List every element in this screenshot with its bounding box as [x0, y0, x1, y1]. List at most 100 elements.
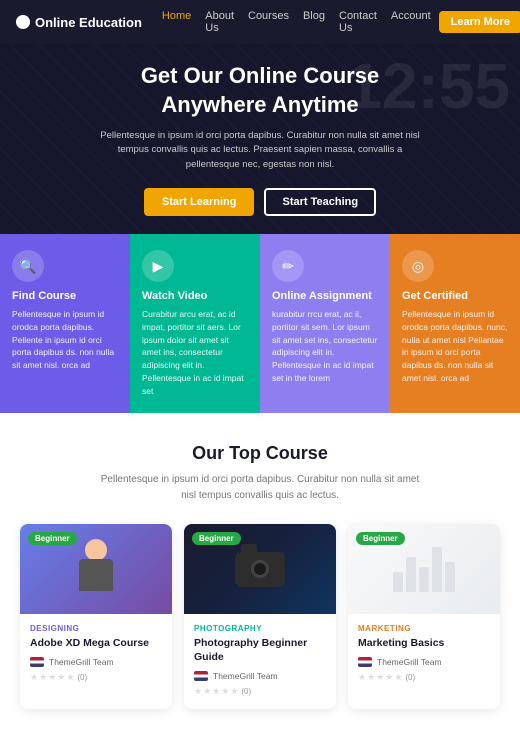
hero-heading: Get Our Online Course Anywhere Anytime	[141, 62, 379, 119]
camera-illustration	[235, 552, 285, 587]
star-4: ★	[385, 672, 393, 683]
courses-section-title: Our Top Course	[20, 443, 500, 464]
feature-desc-3: kurabitur rrcu erat, ac ii, portitor sit…	[272, 308, 378, 385]
find-course-icon: 🔍	[12, 250, 44, 282]
course-info-3: MARKETING Marketing Basics ThemeGrill Te…	[348, 614, 500, 695]
nav-about[interactable]: About Us	[205, 10, 234, 34]
feature-title-1: Find Course	[12, 290, 118, 302]
star-1: ★	[194, 686, 202, 697]
course-rating-2: ★ ★ ★ ★ ★ (0)	[194, 686, 326, 697]
navbar: Online Education Home About Us Courses B…	[0, 0, 520, 44]
course-badge-3: Beginner	[356, 532, 405, 545]
course-author-2: ThemeGrill Team	[194, 671, 326, 681]
feature-desc-4: Pellentesque in ipsum id orodca porta da…	[402, 308, 508, 385]
author-name-2: ThemeGrill Team	[213, 671, 278, 681]
nav-courses[interactable]: Courses	[248, 10, 289, 34]
design-illustration	[76, 539, 116, 599]
star-3: ★	[212, 686, 220, 697]
hero-section: 12:55 Get Our Online Course Anywhere Any…	[0, 44, 520, 234]
course-name-3: Marketing Basics	[358, 637, 490, 651]
star-5: ★	[394, 672, 402, 683]
feature-get-certified: ◎ Get Certified Pellentesque in ipsum id…	[390, 234, 520, 413]
course-info-2: PHOTOGRAPHY Photography Beginner Guide T…	[184, 614, 336, 708]
star-2: ★	[367, 672, 375, 683]
courses-section: Our Top Course Pellentesque in ipsum id …	[0, 413, 520, 728]
stars-2: ★ ★ ★ ★ ★	[194, 686, 238, 697]
chart-bar-2	[406, 557, 416, 592]
hero-buttons: Start Learning Start Teaching	[144, 188, 376, 216]
logo[interactable]: Online Education	[16, 15, 142, 30]
feature-title-2: Watch Video	[142, 290, 248, 302]
chart-bar-3	[419, 567, 429, 592]
star-1: ★	[358, 672, 366, 683]
chart-bar-5	[445, 562, 455, 592]
feature-find-course: 🔍 Find Course Pellentesque in ipsum id o…	[0, 234, 130, 413]
star-4: ★	[57, 672, 65, 683]
online-assignment-icon: ✏	[272, 250, 304, 282]
stars-1: ★ ★ ★ ★ ★	[30, 672, 74, 683]
course-rating-1: ★ ★ ★ ★ ★ (0)	[30, 672, 162, 683]
nav-blog[interactable]: Blog	[303, 10, 325, 34]
author-flag-2	[194, 671, 208, 681]
chart-illustration	[385, 539, 463, 600]
logo-icon	[16, 15, 30, 29]
watch-video-icon: ▶	[142, 250, 174, 282]
author-name-3: ThemeGrill Team	[377, 657, 442, 667]
course-thumb-3: Beginner	[348, 524, 500, 614]
course-author-3: ThemeGrill Team	[358, 657, 490, 667]
learn-more-button[interactable]: Learn More	[439, 11, 520, 33]
start-teaching-button[interactable]: Start Teaching	[264, 188, 376, 216]
chart-bar-1	[393, 572, 403, 592]
star-4: ★	[221, 686, 229, 697]
get-certified-icon: ◎	[402, 250, 434, 282]
course-category-2: PHOTOGRAPHY	[194, 624, 326, 633]
nav-account[interactable]: Account	[391, 10, 431, 34]
course-badge-2: Beginner	[192, 532, 241, 545]
rating-count-1: (0)	[77, 673, 87, 682]
nav-home[interactable]: Home	[162, 10, 191, 34]
feature-desc-2: Curabitur arcu erat, ac id impat, portit…	[142, 308, 248, 397]
nav-contact[interactable]: Contact Us	[339, 10, 377, 34]
course-thumb-1: Beginner	[20, 524, 172, 614]
nav-links: Home About Us Courses Blog Contact Us Ac…	[162, 10, 431, 34]
course-author-1: ThemeGrill Team	[30, 657, 162, 667]
star-3: ★	[376, 672, 384, 683]
features-row: 🔍 Find Course Pellentesque in ipsum id o…	[0, 234, 520, 413]
star-2: ★	[39, 672, 47, 683]
author-name-1: ThemeGrill Team	[49, 657, 114, 667]
course-card-2[interactable]: Beginner PHOTOGRAPHY Photography Beginne…	[184, 524, 336, 708]
hero-description: Pellentesque in ipsum id orci porta dapi…	[100, 129, 420, 172]
rating-count-2: (0)	[241, 687, 251, 696]
author-flag-3	[358, 657, 372, 667]
chart-bar-4	[432, 547, 442, 592]
course-card-3[interactable]: Beginner MARKETING Marketing Basics Them…	[348, 524, 500, 708]
start-learning-button[interactable]: Start Learning	[144, 188, 255, 216]
courses-grid: Beginner DESIGNING Adobe XD Mega Course …	[20, 524, 500, 708]
feature-desc-1: Pellentesque in ipsum id orodca porta da…	[12, 308, 118, 372]
feature-online-assignment: ✏ Online Assignment kurabitur rrcu erat,…	[260, 234, 390, 413]
star-5: ★	[66, 672, 74, 683]
course-info-1: DESIGNING Adobe XD Mega Course ThemeGril…	[20, 614, 172, 695]
person-head	[85, 539, 107, 561]
camera-lens	[251, 560, 269, 578]
camera-top	[241, 544, 257, 552]
course-card-1[interactable]: Beginner DESIGNING Adobe XD Mega Course …	[20, 524, 172, 708]
feature-title-3: Online Assignment	[272, 290, 378, 302]
courses-section-description: Pellentesque in ipsum id orci porta dapi…	[100, 472, 420, 504]
logo-text: Online Education	[35, 15, 142, 30]
star-1: ★	[30, 672, 38, 683]
stars-3: ★ ★ ★ ★ ★	[358, 672, 402, 683]
person-body	[79, 559, 113, 591]
star-3: ★	[48, 672, 56, 683]
course-category-1: DESIGNING	[30, 624, 162, 633]
author-flag-1	[30, 657, 44, 667]
course-name-2: Photography Beginner Guide	[194, 637, 326, 664]
feature-watch-video: ▶ Watch Video Curabitur arcu erat, ac id…	[130, 234, 260, 413]
course-name-1: Adobe XD Mega Course	[30, 637, 162, 651]
star-5: ★	[230, 686, 238, 697]
course-badge-1: Beginner	[28, 532, 77, 545]
star-2: ★	[203, 686, 211, 697]
course-category-3: MARKETING	[358, 624, 490, 633]
course-thumb-2: Beginner	[184, 524, 336, 614]
course-rating-3: ★ ★ ★ ★ ★ (0)	[358, 672, 490, 683]
